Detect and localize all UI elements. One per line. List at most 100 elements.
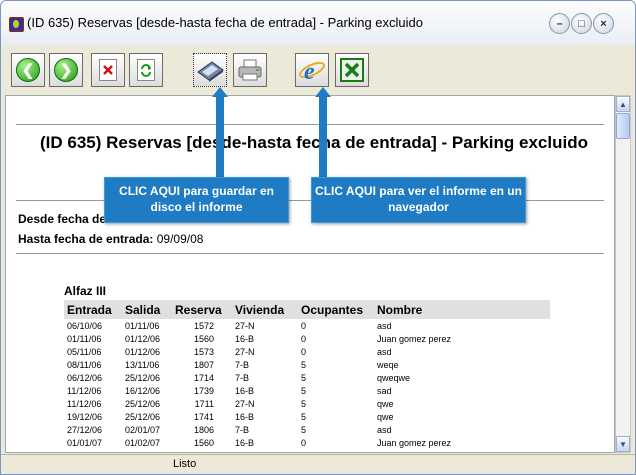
table-row: 06/12/06 25/12/06 1714 7-B 5 qweqwe (64, 371, 550, 384)
scroll-down-arrow-icon[interactable]: ▼ (616, 436, 630, 452)
app-icon (9, 17, 24, 32)
table-cell: 5 (301, 411, 307, 422)
table-cell: 06/12/06 (67, 372, 103, 383)
table-header-row: Entrada Salida Reserva Vivienda Ocupante… (64, 300, 550, 319)
table-cell: qweqwe (377, 372, 411, 383)
svg-text:e: e (304, 59, 315, 83)
disk-icon (197, 61, 224, 82)
column-header: Vivienda (232, 300, 298, 319)
vertical-scrollbar[interactable]: ▲ ▼ (615, 95, 631, 453)
table-cell: 01/11/06 (125, 320, 160, 331)
table-cell: qwe (377, 411, 394, 422)
reservations-table: Entrada Salida Reserva Vivienda Ocupante… (64, 300, 550, 449)
scroll-thumb[interactable] (616, 113, 630, 139)
table-cell: 05/11/06 (67, 346, 102, 357)
table-cell: 1560 (193, 333, 214, 344)
close-document-icon (99, 59, 117, 81)
to-date-row: Hasta fecha de entrada: 09/09/08 (18, 232, 203, 246)
forward-button[interactable]: ❯ (49, 53, 83, 87)
table-cell: 1739 (193, 385, 214, 396)
stop-button[interactable] (91, 53, 125, 87)
minimize-icon: – (556, 17, 563, 30)
divider (16, 124, 604, 125)
table-cell: 0 (301, 346, 307, 357)
table-cell: 0 (301, 437, 307, 448)
table-cell: 25/12/06 (125, 372, 161, 383)
table-cell: 25/12/06 (125, 411, 161, 422)
arrow-left-icon: ❮ (16, 58, 40, 82)
table-cell: 16-B (235, 411, 255, 422)
minimize-button[interactable]: – (549, 13, 570, 34)
table-row: 06/10/06 01/11/06 1572 27-N 0 asd (64, 319, 550, 332)
table-cell: 01/11/06 (67, 333, 102, 344)
status-bar: Listo (1, 454, 635, 474)
browser-callout: CLIC AQUI para ver el informe en un nave… (311, 177, 526, 223)
table-cell: 02/01/07 (125, 424, 161, 435)
column-header: Ocupantes (298, 300, 374, 319)
callout-pointer (319, 95, 327, 177)
table-row: 01/01/07 01/02/07 1560 16-B 0 Juan gomez pere… (64, 436, 550, 449)
table-cell: 19/12/06 (67, 411, 103, 422)
table-cell: 27-N (235, 320, 255, 331)
table-cell: 1572 (193, 320, 214, 331)
report-viewer[interactable]: (ID 635) Reservas [desde-hasta fecha de … (5, 95, 615, 453)
open-in-browser-button[interactable]: e (295, 53, 329, 87)
table-cell: 7-B (235, 372, 250, 383)
table-cell: 1711 (194, 398, 214, 409)
callout-pointer (216, 95, 224, 177)
table-cell: asd (377, 346, 392, 357)
table-cell: 1714 (193, 372, 214, 383)
back-button[interactable]: ❮ (11, 53, 45, 87)
table-cell: 1807 (193, 359, 214, 370)
table-row: 11/12/06 25/12/06 1711 27-N 5 qwe (64, 397, 550, 410)
table-cell: 5 (301, 385, 307, 396)
table-cell: 1806 (193, 424, 214, 435)
table-cell: 5 (301, 359, 307, 370)
table-cell: 7-B (235, 424, 250, 435)
table-cell: 1741 (193, 411, 214, 422)
to-date-value: 09/09/08 (156, 232, 204, 246)
status-text: Listo (173, 458, 197, 470)
table-cell: 1573 (193, 346, 214, 357)
save-callout: CLIC AQUI para guardar en disco el infor… (104, 177, 289, 223)
internet-explorer-icon: e (299, 59, 325, 83)
table-cell: 08/11/06 (67, 359, 102, 370)
section-title: Alfaz III (64, 284, 107, 298)
table-cell: sad (377, 385, 392, 396)
table-cell: Juan gomez perez (377, 333, 452, 344)
table-cell: 16-B (235, 385, 255, 396)
report-window: (ID 635) Reservas [desde-hasta fecha de … (0, 0, 636, 475)
table-cell: 13/11/06 (125, 359, 160, 370)
table-row: 11/12/06 16/12/06 1739 16-B 5 sad (64, 384, 550, 397)
table-cell: asd (377, 424, 392, 435)
scroll-up-arrow-icon[interactable]: ▲ (616, 96, 630, 112)
table-cell: 11/12/06 (67, 385, 102, 396)
table-cell: 27-N (235, 398, 255, 409)
column-header: Nombre (374, 300, 550, 319)
report-title: (ID 635) Reservas [desde-hasta fecha de … (40, 133, 588, 152)
table-cell: 27-N (235, 346, 255, 357)
table-row: 01/11/06 01/12/06 1560 16-B 0 Juan gomez pere… (64, 332, 550, 345)
table-row: 08/11/06 13/11/06 1807 7-B 5 weqe (64, 358, 550, 371)
close-button[interactable]: × (593, 13, 614, 34)
close-icon: × (600, 17, 607, 30)
export-excel-button[interactable] (335, 53, 369, 87)
refresh-icon (137, 59, 155, 81)
table-cell: 5 (301, 372, 307, 383)
table-cell: 11/12/06 (67, 398, 102, 409)
column-header: Salida (122, 300, 172, 319)
print-button[interactable] (233, 53, 267, 87)
window-title: (ID 635) Reservas [desde-hasta fecha de … (27, 15, 423, 30)
maximize-button[interactable]: □ (571, 13, 592, 34)
column-header: Reserva (172, 300, 232, 319)
table-cell: 5 (301, 398, 307, 409)
title-bar[interactable]: (ID 635) Reservas [desde-hasta fecha de … (1, 1, 635, 45)
table-cell: 7-B (235, 359, 250, 370)
refresh-button[interactable] (129, 53, 163, 87)
arrow-right-icon: ❯ (54, 58, 78, 82)
table-cell: 1560 (193, 437, 214, 448)
table-cell: asd (377, 320, 392, 331)
table-cell: 0 (301, 320, 307, 331)
table-cell: 5 (301, 424, 307, 435)
save-to-disk-button[interactable] (193, 53, 227, 87)
